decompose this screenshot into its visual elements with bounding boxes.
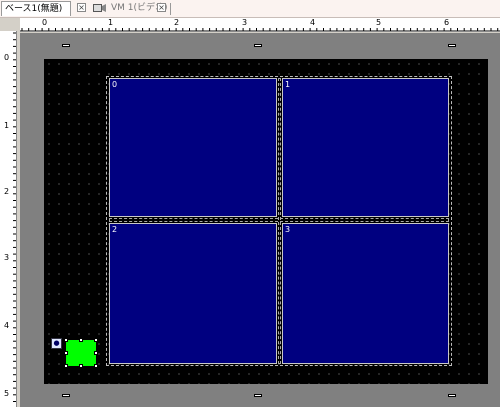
vertical-ruler[interactable]: 0 1 2 3 4 5: [0, 31, 17, 407]
screen-resize-handle[interactable]: [62, 44, 70, 47]
screen-resize-handle[interactable]: [448, 394, 456, 397]
horizontal-ruler[interactable]: 0 1 2 3 4 5 6: [20, 18, 500, 32]
selection-handle[interactable]: [79, 338, 83, 342]
vertical-ruler-ticks: [13, 32, 16, 402]
panel-number: 2: [112, 225, 118, 234]
selection-handle[interactable]: [94, 364, 98, 368]
screen-resize-handle[interactable]: [448, 44, 456, 47]
ruler-v-label: 0: [4, 53, 10, 62]
ruler-v-label: 5: [4, 389, 10, 398]
selection-handle[interactable]: [79, 364, 83, 368]
selection-handle[interactable]: [64, 364, 68, 368]
ruler-h-label: 5: [376, 18, 382, 27]
ruler-h-label: 2: [174, 18, 180, 27]
ruler-h-label: 1: [108, 18, 114, 27]
selection-handle[interactable]: [94, 351, 98, 355]
selection-handle[interactable]: [94, 338, 98, 342]
lock-icon[interactable]: ●: [51, 338, 62, 349]
video-panel-2[interactable]: 2: [109, 223, 277, 364]
tab-base-1-label: ベース1(無題): [5, 4, 63, 14]
ruler-h-label: 3: [242, 18, 248, 27]
tab-base-1[interactable]: ベース1(無題): [1, 1, 71, 16]
ruler-h-label: 0: [42, 18, 48, 27]
screen-resize-handle[interactable]: [254, 44, 262, 47]
selection-handle[interactable]: [64, 338, 68, 342]
video-panel-1[interactable]: 1: [282, 78, 449, 217]
panel-divider-horizontal: [109, 218, 449, 222]
close-icon[interactable]: ×: [157, 3, 166, 12]
tab-bar: ベース1(無題) × VM 1(ビデオ) ×: [0, 0, 500, 18]
selection-handle[interactable]: [64, 351, 68, 355]
tab-divider: [170, 3, 171, 15]
ruler-v-label: 4: [4, 321, 10, 330]
screen-resize-handle[interactable]: [254, 394, 262, 397]
video-panel-0[interactable]: 0: [109, 78, 277, 217]
panel-number: 1: [285, 80, 291, 89]
panel-number: 3: [285, 225, 291, 234]
video-module-icon: [93, 4, 106, 12]
ruler-v-label: 1: [4, 121, 10, 130]
panel-number: 0: [112, 80, 118, 89]
ruler-h-label: 6: [444, 18, 450, 27]
horizontal-ruler-ticks: [20, 28, 500, 31]
video-panel-3[interactable]: 3: [282, 223, 449, 364]
lamp-part[interactable]: [66, 340, 96, 366]
screen-resize-handle[interactable]: [62, 394, 70, 397]
close-icon[interactable]: ×: [77, 3, 86, 12]
ruler-v-label: 3: [4, 253, 10, 262]
ruler-v-label: 2: [4, 187, 10, 196]
ruler-corner: [0, 18, 20, 31]
ruler-h-label: 4: [310, 18, 316, 27]
